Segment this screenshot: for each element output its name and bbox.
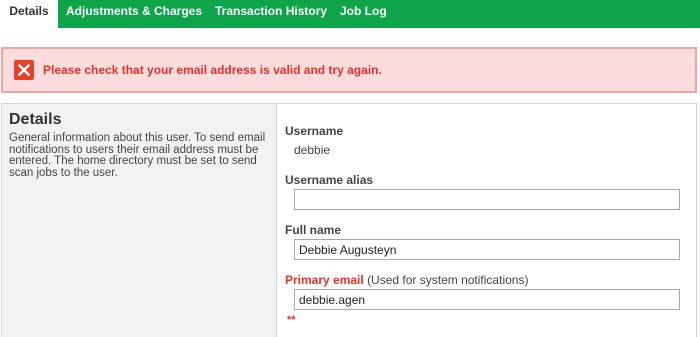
primary-email-label: Primary email (Used for system notificat… xyxy=(285,273,528,287)
section-description: General information about this user. To … xyxy=(9,132,266,179)
primary-email-label-text: Primary email xyxy=(285,273,364,287)
username-alias-input[interactable] xyxy=(294,189,680,210)
error-x-icon xyxy=(14,60,34,80)
error-message-text: Please check that your email address is … xyxy=(43,63,382,77)
tab-bar: Details Adjustments & Charges Transactio… xyxy=(0,0,700,30)
username-label: Username xyxy=(285,124,344,138)
tab-details[interactable]: Details xyxy=(0,0,58,30)
primary-email-note: (Used for system notifications) xyxy=(367,273,529,287)
error-message-box: Please check that your email address is … xyxy=(1,47,697,93)
username-value: debbie xyxy=(294,143,331,157)
email-error-marks: ** xyxy=(287,314,296,326)
tab-job-log[interactable]: Job Log xyxy=(340,0,387,28)
full-name-input[interactable] xyxy=(294,239,680,260)
tab-transaction-history[interactable]: Transaction History xyxy=(215,0,327,28)
tab-adjustments-charges[interactable]: Adjustments & Charges xyxy=(66,0,202,28)
details-info-column: Details General information about this u… xyxy=(2,104,277,337)
username-alias-label: Username alias xyxy=(285,173,374,187)
full-name-label: Full name xyxy=(285,223,342,237)
primary-email-input[interactable] xyxy=(294,289,680,310)
section-title: Details xyxy=(9,111,62,128)
